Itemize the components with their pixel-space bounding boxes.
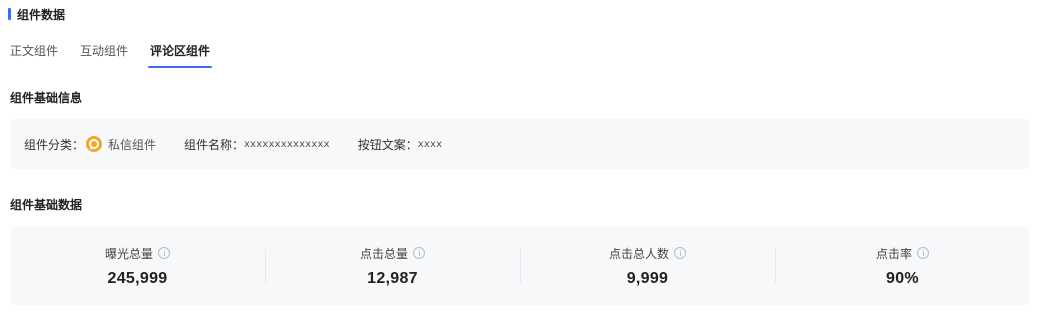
- metric-click-rate: 点击率 90%: [775, 227, 1030, 305]
- metric-value: 12,987: [367, 269, 418, 287]
- category-label: 组件分类：: [24, 137, 85, 152]
- component-name: 组件名称： xxxxxxxxxxxxxx: [184, 136, 330, 153]
- info-icon[interactable]: [158, 247, 170, 259]
- metric-click-users: 点击总人数 9,999: [520, 227, 775, 305]
- button-copy-value: xxxx: [417, 138, 443, 150]
- metric-label: 曝光总量: [104, 246, 153, 261]
- tab-body-component[interactable]: 正文组件: [10, 41, 58, 69]
- section-header: 组件数据: [8, 6, 65, 22]
- component-tabs: 正文组件 互动组件 评论区组件: [10, 41, 232, 69]
- button-copy-label: 按钮文案：: [357, 137, 418, 152]
- category-value: 私信组件: [108, 137, 157, 152]
- metric-value: 9,999: [626, 269, 669, 287]
- metric-label: 点击总量: [359, 246, 408, 261]
- metric-label: 点击率: [875, 246, 912, 261]
- private-message-icon: [86, 136, 103, 152]
- info-icon[interactable]: [917, 247, 929, 259]
- component-category: 组件分类： 私信组件: [24, 136, 156, 153]
- basic-data-panel: 曝光总量 245,999 点击总量 12,987 点击总人数 9,999 点击率…: [10, 227, 1030, 305]
- metric-label-row: 点击率: [876, 245, 929, 262]
- metric-clicks: 点击总量 12,987: [265, 227, 520, 305]
- name-label: 组件名称：: [184, 137, 245, 152]
- info-icon[interactable]: [674, 247, 686, 259]
- metric-label-row: 点击总人数: [609, 245, 686, 262]
- basic-info-panel: 组件分类： 私信组件 组件名称： xxxxxxxxxxxxxx 按钮文案： xx…: [10, 119, 1030, 169]
- metric-value: 245,999: [107, 269, 168, 287]
- name-value: xxxxxxxxxxxxxx: [244, 138, 330, 150]
- metric-value: 90%: [886, 269, 919, 287]
- metric-exposure: 曝光总量 245,999: [10, 227, 265, 305]
- button-copy: 按钮文案： xxxx: [358, 136, 443, 153]
- metric-label-row: 曝光总量: [105, 245, 170, 262]
- basic-info-heading: 组件基础信息: [10, 91, 83, 105]
- metric-label-row: 点击总量: [360, 245, 425, 262]
- section-title: 组件数据: [17, 7, 66, 22]
- info-icon[interactable]: [413, 247, 425, 259]
- section-accent-bar: [8, 8, 11, 20]
- basic-data-heading: 组件基础数据: [10, 198, 83, 212]
- metric-label: 点击总人数: [608, 246, 669, 261]
- tab-comment-component[interactable]: 评论区组件: [148, 41, 213, 69]
- tab-interaction-component[interactable]: 互动组件: [80, 41, 128, 69]
